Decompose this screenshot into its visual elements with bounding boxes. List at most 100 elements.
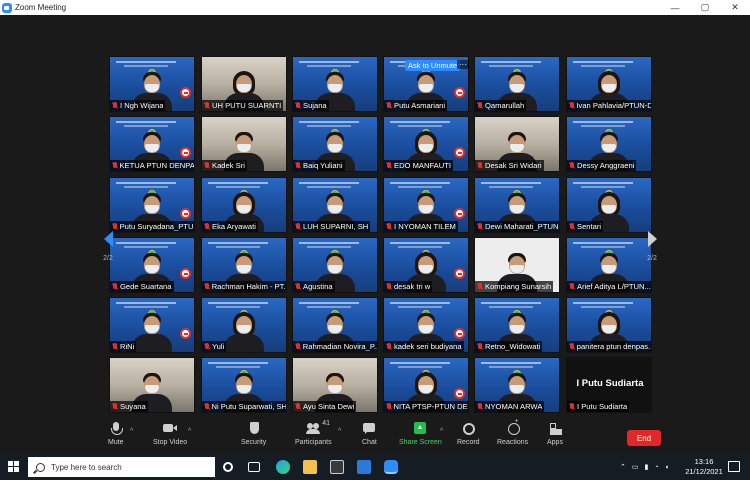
participant-tile[interactable]: Rachman Hakim - PT... bbox=[201, 237, 287, 293]
participant-tile[interactable]: NYOMAN ARWA bbox=[474, 357, 560, 413]
participant-tile[interactable]: Agustina bbox=[292, 237, 378, 293]
battery-icon[interactable]: ▭ bbox=[632, 463, 639, 471]
participant-name-bar: KETUA PTUN DENPA... bbox=[110, 160, 194, 171]
video-options-caret[interactable]: ^ bbox=[188, 428, 191, 435]
video-camera-icon bbox=[163, 422, 178, 435]
participant-name-bar: Gede Suartana bbox=[110, 281, 174, 292]
participant-tile[interactable]: Ivan Pahlavia/PTUN-D... bbox=[566, 56, 652, 112]
participant-tile[interactable]: kadek seri budiyana bbox=[383, 297, 469, 353]
taskbar-search-box[interactable]: Type here to search bbox=[28, 457, 215, 477]
participant-tile[interactable]: Sentari bbox=[566, 177, 652, 233]
virtual-background-banner bbox=[208, 361, 268, 370]
participant-tile[interactable]: Arief Aditya L/PTUN... bbox=[566, 237, 652, 293]
participant-name: Ivan Pahlavia/PTUN-D... bbox=[576, 101, 651, 110]
minimize-button[interactable]: — bbox=[660, 0, 690, 15]
participant-name: kadek seri budiyana bbox=[394, 342, 462, 351]
participant-tile[interactable]: Baiq Yuliani bbox=[292, 116, 378, 172]
participants-options-caret[interactable]: ^ bbox=[338, 428, 341, 435]
virtual-background-banner bbox=[208, 241, 268, 250]
participant-name-bar: NITA PTSP-PTUN DE... bbox=[384, 401, 468, 412]
muted-microphone-icon bbox=[112, 402, 118, 411]
store-icon[interactable] bbox=[330, 460, 344, 474]
share-screen-icon bbox=[413, 422, 427, 435]
muted-microphone-icon bbox=[295, 101, 301, 110]
network-icon[interactable]: ◔ bbox=[654, 464, 658, 471]
virtual-background-banner bbox=[299, 120, 359, 129]
participant-tile[interactable]: I Ngh Wijana bbox=[109, 56, 195, 112]
no-entry-sign-icon bbox=[180, 208, 191, 219]
audio-options-caret[interactable]: ^ bbox=[130, 428, 133, 435]
more-options-button[interactable]: ··· bbox=[457, 60, 469, 69]
task-view-icon[interactable] bbox=[248, 462, 260, 472]
participant-tile[interactable]: Qamarullah bbox=[474, 56, 560, 112]
participant-tile[interactable]: Dessy Anggraeni bbox=[566, 116, 652, 172]
participant-name-bar: EDO MANFAUTI bbox=[384, 160, 453, 171]
stop-video-button[interactable]: Stop Video bbox=[153, 422, 187, 452]
taskbar-clock[interactable]: 13:16 21/12/2021 bbox=[684, 457, 724, 477]
virtual-background-banner bbox=[390, 120, 450, 129]
file-explorer-icon[interactable] bbox=[303, 460, 317, 474]
close-button[interactable]: ✕ bbox=[720, 0, 750, 15]
muted-microphone-icon bbox=[204, 402, 210, 411]
chat-button[interactable]: Chat bbox=[362, 422, 377, 452]
participants-button[interactable]: 41 Participants bbox=[295, 420, 332, 452]
participant-name: EDO MANFAUTI bbox=[394, 161, 451, 170]
microphone-tray-icon[interactable]: ▮ bbox=[645, 463, 649, 471]
apps-button[interactable]: Apps bbox=[547, 422, 563, 452]
participant-tile[interactable]: Ayu Sinta Dewi bbox=[292, 357, 378, 413]
share-options-caret[interactable]: ^ bbox=[440, 428, 443, 435]
virtual-background-banner bbox=[573, 241, 633, 250]
previous-page-button[interactable]: 2/2 bbox=[100, 231, 116, 271]
participant-tile[interactable]: Sujana bbox=[292, 56, 378, 112]
participant-tile[interactable]: Eka Aryawati bbox=[201, 177, 287, 233]
participant-name: Putu Suryadana_PTU... bbox=[119, 222, 194, 231]
participant-tile[interactable]: Ni Putu Suparwati, SH... bbox=[201, 357, 287, 413]
mute-button[interactable]: Mute bbox=[108, 422, 124, 452]
security-button[interactable]: Security bbox=[241, 422, 266, 452]
participant-tile[interactable]: Suyana bbox=[109, 357, 195, 413]
virtual-background-banner bbox=[299, 241, 359, 250]
mail-icon[interactable] bbox=[357, 460, 371, 474]
cortana-icon[interactable] bbox=[223, 462, 233, 472]
next-page-button[interactable]: 2/2 bbox=[644, 231, 660, 271]
participant-tile[interactable]: Rahmadian Novira_P... bbox=[292, 297, 378, 353]
participant-tile[interactable]: NITA PTSP-PTUN DE... bbox=[383, 357, 469, 413]
windows-start-icon[interactable] bbox=[6, 454, 20, 480]
participant-name: Kompiang Sunarsih bbox=[485, 282, 552, 291]
maximize-button[interactable]: ▢ bbox=[690, 0, 720, 15]
reactions-button[interactable]: Reactions bbox=[497, 418, 528, 452]
participant-tile[interactable]: Desak Sri Widari bbox=[474, 116, 560, 172]
participant-name: I Putu Sudiarta bbox=[577, 402, 628, 411]
notification-center-icon[interactable] bbox=[728, 461, 740, 472]
ask-to-unmute-button[interactable]: Ask to Unmute bbox=[405, 60, 461, 71]
participant-tile[interactable]: KETUA PTUN DENPA... bbox=[109, 116, 195, 172]
page-indicator-left: 2/2 bbox=[103, 255, 113, 262]
participant-tile[interactable]: EDO MANFAUTI bbox=[383, 116, 469, 172]
participant-name: panitera ptun denpas... bbox=[576, 342, 651, 351]
participant-tile[interactable]: RiNi bbox=[109, 297, 195, 353]
zoom-taskbar-icon[interactable] bbox=[384, 460, 398, 474]
participant-tile[interactable]: I NYOMAN TILEM bbox=[383, 177, 469, 233]
participant-tile[interactable]: Kompiang Sunarsih bbox=[474, 237, 560, 293]
volume-icon[interactable]: ◖ bbox=[665, 464, 669, 471]
edge-browser-icon[interactable] bbox=[276, 460, 290, 474]
participant-tile[interactable]: Yuli bbox=[201, 297, 287, 353]
muted-microphone-icon bbox=[386, 101, 392, 110]
apps-grid-icon bbox=[548, 422, 562, 435]
participant-tile[interactable]: Dewi Maharati_PTUN bbox=[474, 177, 560, 233]
participant-tile[interactable]: Gede Suartana bbox=[109, 237, 195, 293]
participant-tile[interactable]: I Putu Sudiarta I Putu Sudiarta bbox=[566, 357, 652, 413]
record-button[interactable]: Record bbox=[457, 422, 480, 452]
muted-microphone-icon bbox=[204, 342, 210, 351]
participant-tile[interactable]: UH PUTU SUARNTI bbox=[201, 56, 287, 112]
participant-tile[interactable]: Putu Suryadana_PTU... bbox=[109, 177, 195, 233]
tray-chevron-icon[interactable]: ⌃ bbox=[620, 463, 626, 471]
end-meeting-button[interactable]: End bbox=[627, 430, 661, 446]
participant-tile[interactable]: Retno_Widowati bbox=[474, 297, 560, 353]
share-screen-button[interactable]: Share Screen bbox=[399, 422, 442, 452]
participant-tile[interactable]: panitera ptun denpas... bbox=[566, 297, 652, 353]
muted-microphone-icon bbox=[477, 161, 483, 170]
participant-tile[interactable]: desak tri w bbox=[383, 237, 469, 293]
participant-tile[interactable]: Kadek Sri bbox=[201, 116, 287, 172]
participant-tile[interactable]: LUH SUPARNI, SH bbox=[292, 177, 378, 233]
